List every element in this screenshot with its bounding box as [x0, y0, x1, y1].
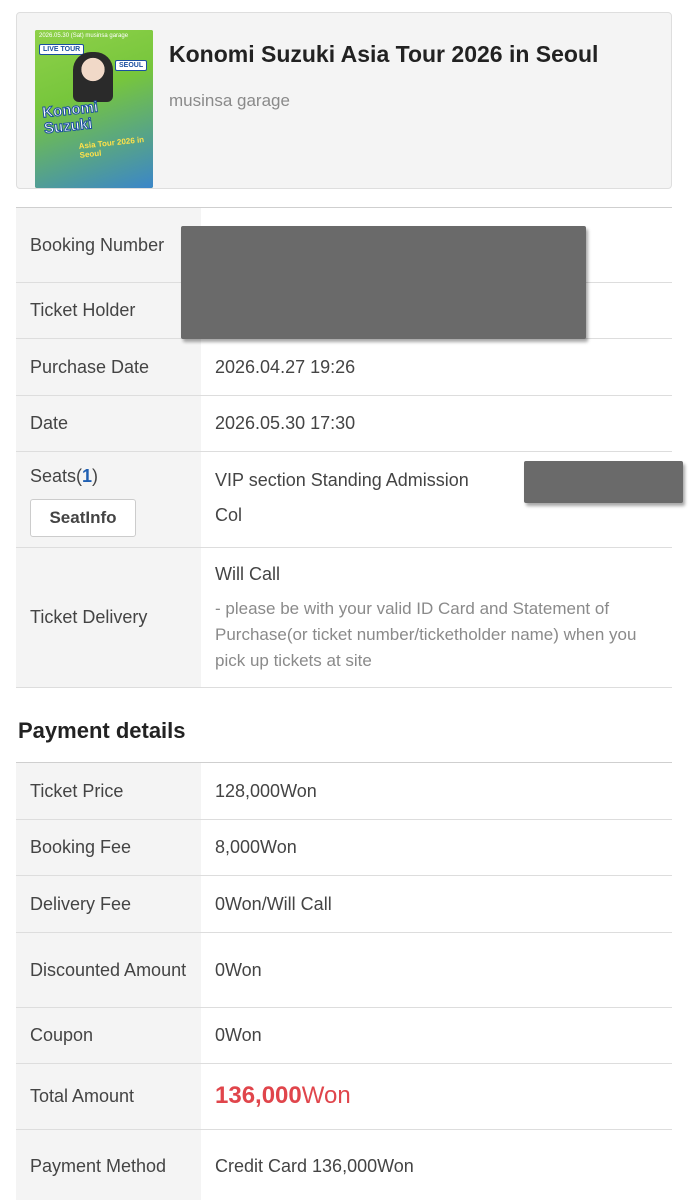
redaction-box	[181, 226, 586, 339]
delivery-fee-value: 0Won/Will Call	[201, 875, 672, 933]
ticket-holder-label: Ticket Holder	[16, 282, 201, 339]
poster-date-text: 2026.05.30 (Sat) musinsa garage	[39, 33, 129, 39]
table-row: Payment Method Credit Card 136,000Won	[16, 1129, 672, 1200]
discounted-amount-label: Discounted Amount	[16, 932, 201, 1008]
event-title: Konomi Suzuki Asia Tour 2026 in Seoul	[169, 41, 599, 67]
table-row: Booking Fee 8,000Won	[16, 819, 672, 876]
redaction-box	[524, 461, 683, 503]
table-row: Total Amount 136,000Won	[16, 1063, 672, 1130]
coupon-value: 0Won	[201, 1007, 672, 1064]
event-card: 2026.05.30 (Sat) musinsa garage LIVE TOU…	[16, 12, 672, 189]
total-amount-label: Total Amount	[16, 1063, 201, 1130]
payment-method-value: Credit Card 136,000Won	[201, 1129, 672, 1200]
date-value: 2026.05.30 17:30	[201, 395, 672, 452]
table-row: Ticket Delivery Will Call - please be wi…	[16, 547, 672, 688]
concert-poster-image: 2026.05.30 (Sat) musinsa garage LIVE TOU…	[35, 30, 153, 188]
payment-method-label: Payment Method	[16, 1129, 201, 1200]
seat-count: 1	[82, 465, 93, 486]
date-label: Date	[16, 395, 201, 452]
seatinfo-button[interactable]: SeatInfo	[30, 498, 136, 537]
table-row: Ticket Price 128,000Won	[16, 762, 672, 820]
payment-details-heading: Payment details	[18, 718, 186, 743]
total-amount-value: 136,000Won	[201, 1063, 672, 1130]
booking-number-label: Booking Number	[16, 207, 201, 283]
table-row: Date 2026.05.30 17:30	[16, 395, 672, 452]
booking-fee-value: 8,000Won	[201, 819, 672, 876]
event-venue: musinsa garage	[169, 91, 290, 110]
booking-fee-label: Booking Fee	[16, 819, 201, 876]
table-row: Purchase Date 2026.04.27 19:26	[16, 338, 672, 396]
purchase-date-value: 2026.04.27 19:26	[201, 338, 672, 396]
artist-photo	[73, 52, 113, 102]
seat-value-line2: Col	[215, 504, 243, 525]
poster-tag: SEOUL	[115, 60, 148, 71]
ticket-delivery-value: Will Call - please be with your valid ID…	[201, 547, 672, 688]
poster-tag: LIVE TOUR	[39, 44, 85, 55]
seats-label-end: )	[92, 465, 99, 486]
delivery-note: - please be with your valid ID Card and …	[215, 599, 637, 670]
delivery-method: Will Call	[215, 564, 280, 584]
total-amount-number: 136,000	[215, 1082, 302, 1109]
payment-table: Ticket Price 128,000Won Booking Fee 8,00…	[16, 762, 672, 1200]
coupon-label: Coupon	[16, 1007, 201, 1064]
table-row: Discounted Amount 0Won	[16, 932, 672, 1008]
ticket-price-label: Ticket Price	[16, 762, 201, 820]
ticket-price-value: 128,000Won	[201, 762, 672, 820]
seats-label: Seats(1) SeatInfo	[16, 451, 201, 548]
discounted-amount-value: 0Won	[201, 932, 672, 1008]
table-row: Coupon 0Won	[16, 1007, 672, 1064]
delivery-fee-label: Delivery Fee	[16, 875, 201, 933]
seats-label-text: Seats(	[30, 465, 83, 486]
purchase-date-label: Purchase Date	[16, 338, 201, 396]
table-row: Delivery Fee 0Won/Will Call	[16, 875, 672, 933]
ticket-delivery-label: Ticket Delivery	[16, 547, 201, 688]
total-amount-unit: Won	[301, 1082, 351, 1109]
